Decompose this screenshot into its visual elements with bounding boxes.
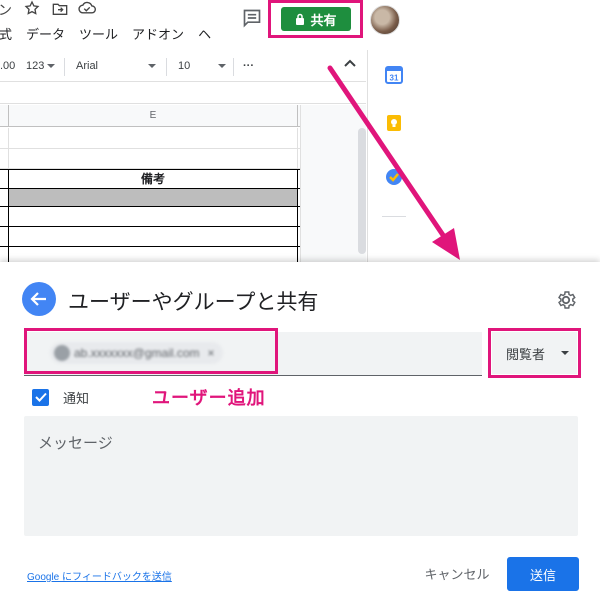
chevron-down-icon (148, 64, 156, 69)
menu-addons[interactable]: アドオン (132, 24, 184, 44)
table-row (0, 189, 300, 207)
decimal-format-button[interactable]: .00 (0, 60, 15, 72)
table-row (0, 247, 300, 262)
back-button[interactable] (22, 282, 56, 316)
share-button-label: 共有 (310, 12, 337, 28)
annotation-label: ユーザー追加 (152, 388, 266, 408)
formula-bar[interactable] (0, 84, 366, 104)
table-row (0, 128, 300, 149)
toolbar-divider (233, 58, 234, 76)
comment-history-icon[interactable] (242, 8, 264, 28)
menu-bar: 式 データ ツール アドオン ヘル (0, 24, 238, 44)
table-row (0, 207, 300, 227)
chevron-down-icon (47, 64, 56, 69)
message-textarea[interactable]: メッセージ (24, 416, 578, 536)
toolbar-divider (64, 58, 65, 76)
font-size-dropdown[interactable]: 10 (178, 60, 190, 72)
menu-tools[interactable]: ツール (79, 24, 118, 44)
chevron-down-icon (218, 64, 226, 69)
side-panel-divider (382, 216, 406, 217)
table-row (0, 227, 300, 247)
grid-cell[interactable] (8, 149, 298, 168)
cancel-button[interactable]: キャンセル (420, 558, 494, 588)
calendar-day-label: 31 (390, 74, 399, 83)
side-panel: 31 (367, 50, 419, 262)
share-dialog: ユーザーやグループと共有 ab.xxxxxxx@gmail.com × 閲覧者 通… (0, 262, 600, 600)
check-icon (34, 392, 47, 402)
cloud-status-icon[interactable] (78, 1, 96, 20)
column-header-row: E (0, 105, 300, 127)
arrow-left-icon (30, 292, 46, 306)
font-family-label: Arial (76, 60, 99, 72)
spreadsheet-grid[interactable]: E 備考 (0, 105, 300, 262)
grid-cell[interactable] (8, 227, 298, 246)
font-family-caret[interactable] (148, 60, 156, 72)
role-highlight-frame (488, 328, 581, 378)
grid-cell[interactable] (8, 128, 298, 148)
gear-icon[interactable] (555, 289, 577, 311)
star-icon[interactable] (24, 0, 40, 21)
font-size-label: 10 (178, 60, 191, 72)
notify-checkbox[interactable] (32, 388, 49, 406)
vertical-scrollbar[interactable] (358, 128, 366, 254)
grid-cell[interactable] (8, 247, 298, 262)
notify-label: 通知 (63, 390, 90, 406)
toolbar: .00 123 Arial 10 ··· (0, 52, 366, 82)
spreadsheet-window: ン 式 データ ツール アドオン ヘル 共有 .00 123 Arial 10 (0, 0, 600, 262)
notify-option: 通知 (32, 387, 89, 407)
calendar-icon[interactable]: 31 (385, 66, 403, 84)
menu-format[interactable]: 式 (0, 24, 12, 44)
email-highlight-frame (24, 328, 278, 374)
tasks-icon[interactable] (385, 168, 403, 186)
lock-icon (296, 13, 305, 25)
table-row: 備考 (0, 169, 300, 189)
header-cell-remarks[interactable]: 備考 (8, 170, 298, 188)
feedback-link[interactable]: Google にフィードバックを送信 (27, 568, 172, 583)
send-button[interactable]: 送信 (507, 557, 579, 591)
account-avatar[interactable] (370, 5, 400, 35)
font-size-caret[interactable] (218, 60, 226, 72)
font-family-dropdown[interactable]: Arial (76, 60, 98, 72)
number-format-label: 123 (26, 60, 45, 72)
menu-data[interactable]: データ (26, 24, 65, 44)
keep-icon[interactable] (385, 114, 403, 132)
grid-cell[interactable] (8, 207, 298, 226)
collapse-toolbar-icon[interactable] (344, 58, 356, 71)
number-format-dropdown[interactable]: 123 (26, 60, 56, 72)
table-row (0, 149, 300, 169)
move-to-folder-icon[interactable] (52, 2, 68, 21)
grid-empty-area (300, 105, 366, 262)
grid-cell[interactable] (8, 189, 298, 206)
document-title-fragment[interactable]: ン (0, 0, 12, 20)
column-header-e[interactable]: E (8, 105, 298, 127)
more-tools-button[interactable]: ··· (243, 60, 254, 72)
toolbar-divider (166, 58, 167, 76)
message-placeholder: メッセージ (38, 435, 113, 452)
header-actions: 共有 (212, 0, 600, 50)
dialog-title: ユーザーやグループと共有 (68, 291, 319, 314)
share-button[interactable]: 共有 (281, 7, 351, 31)
